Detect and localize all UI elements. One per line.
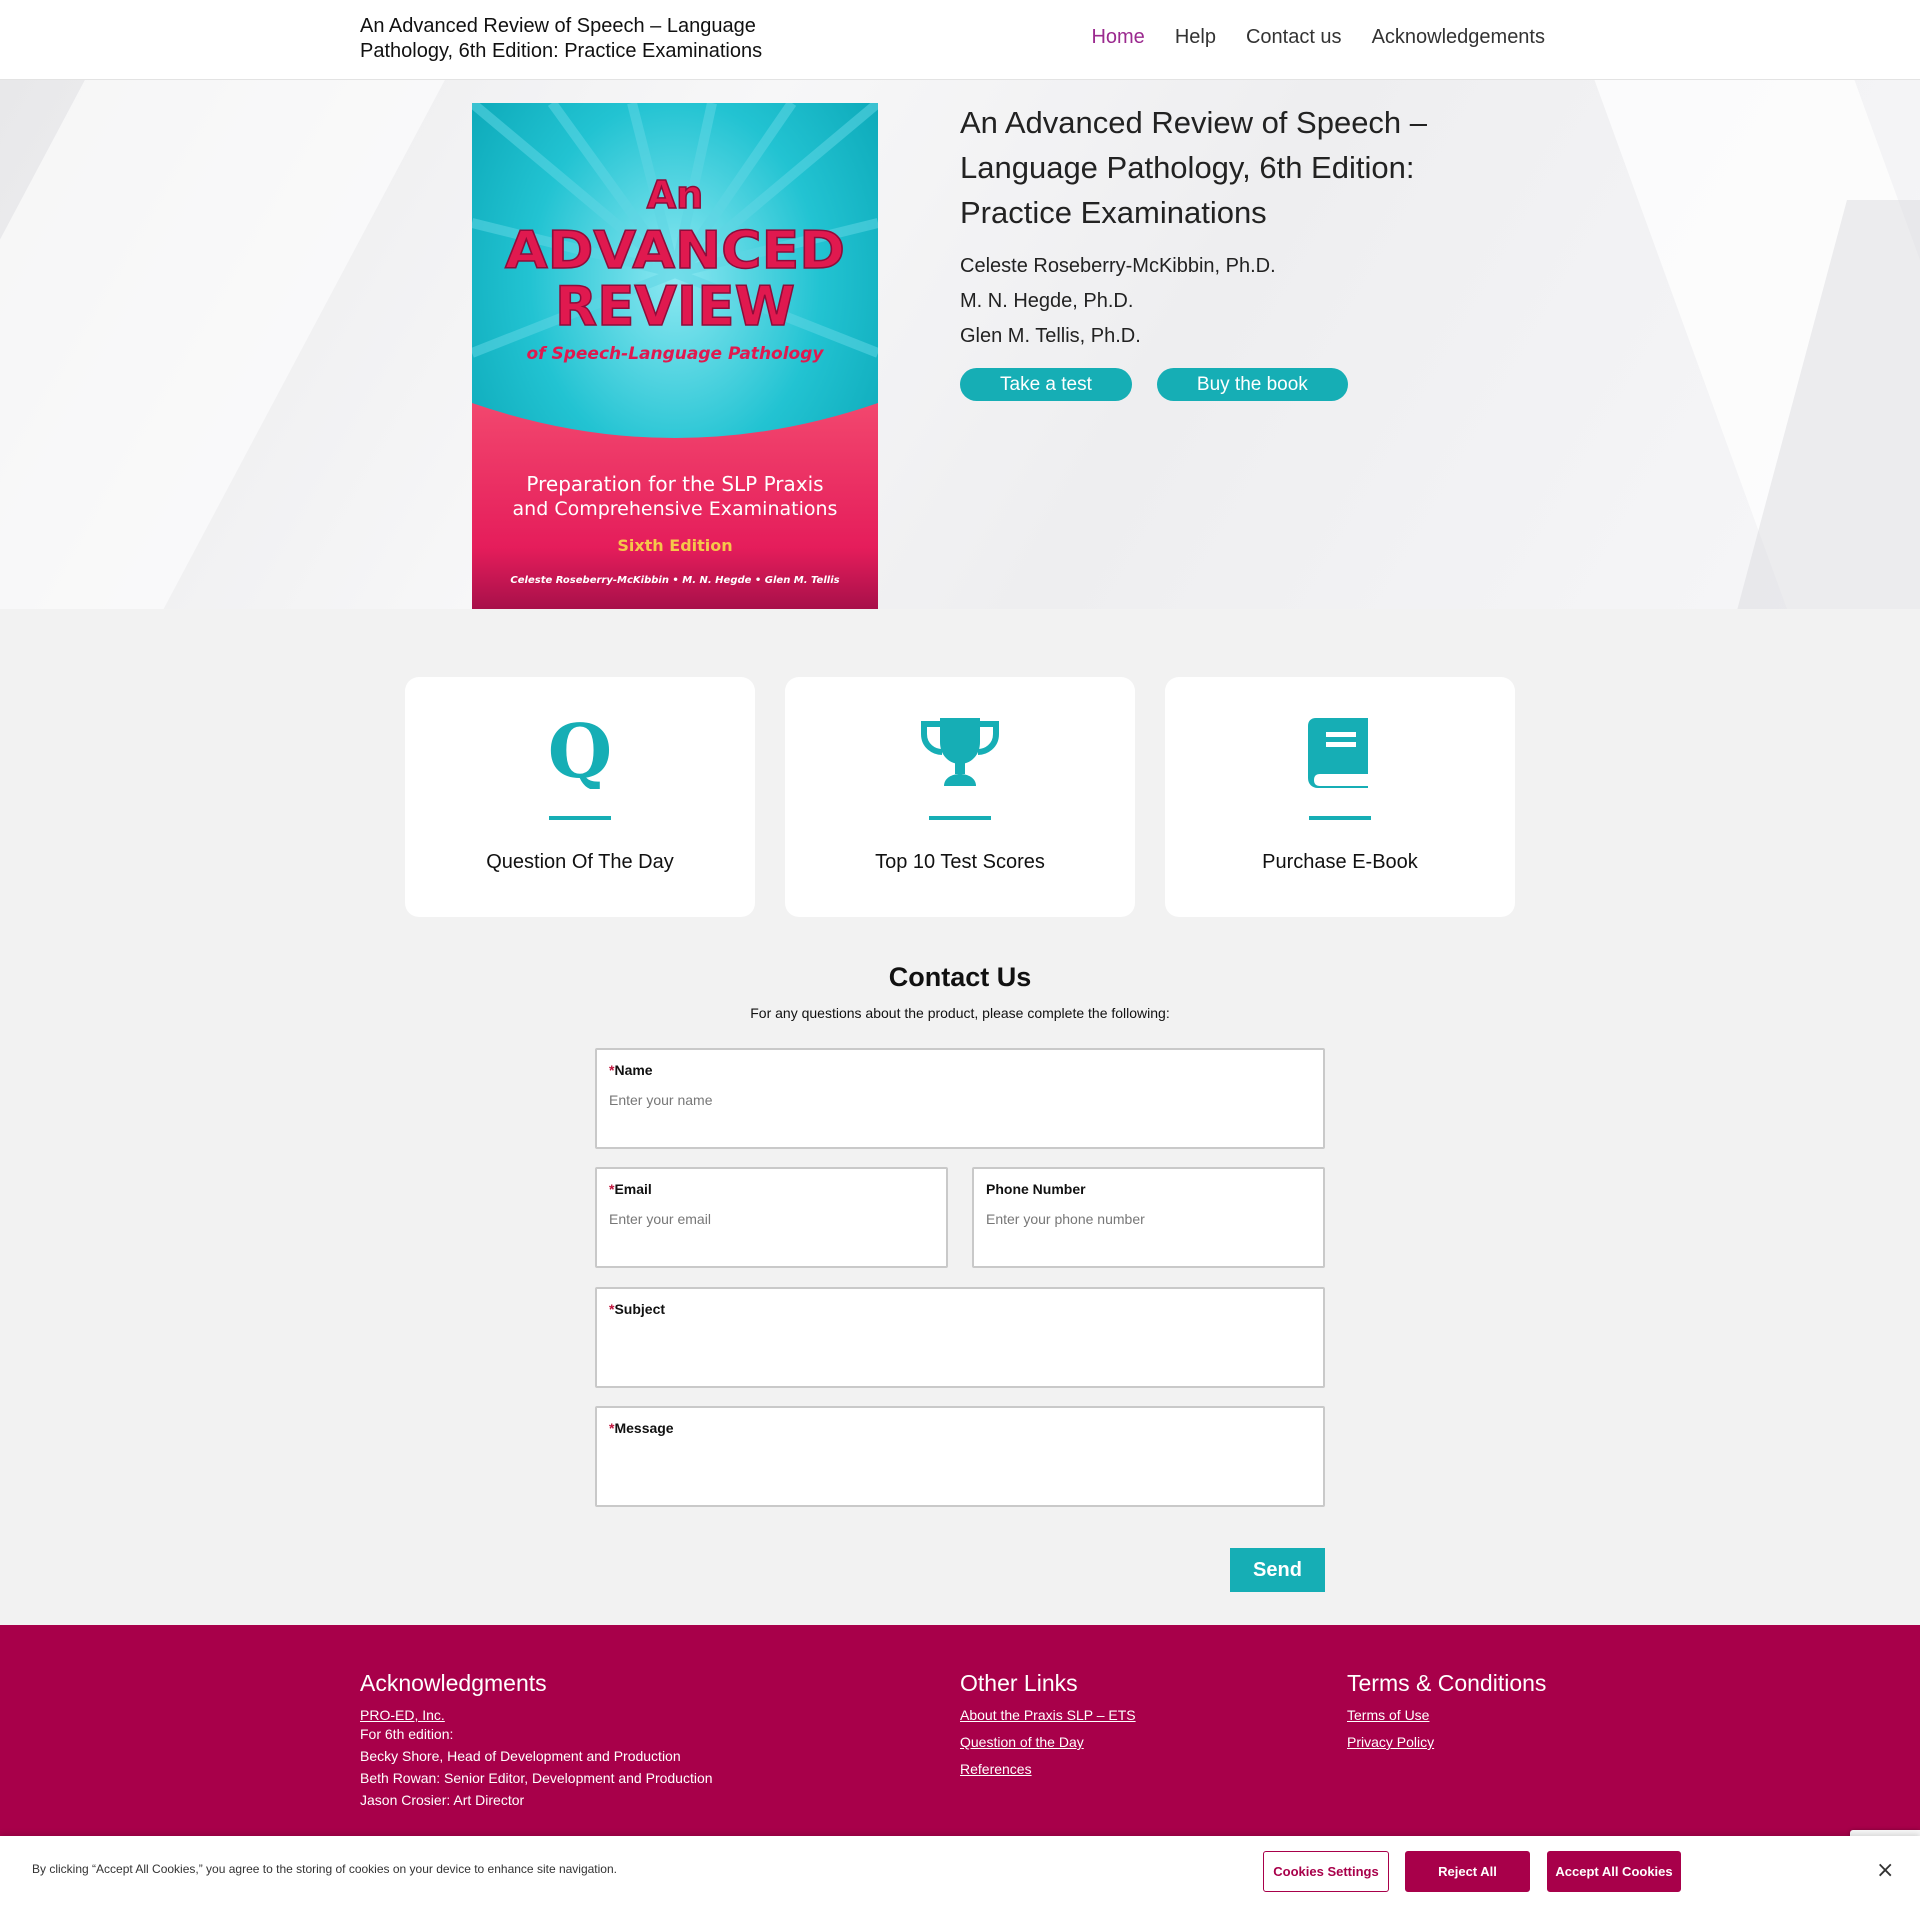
cover-title-line1: An xyxy=(647,173,703,217)
reject-all-button[interactable]: Reject All xyxy=(1405,1851,1530,1892)
nav-contact-us[interactable]: Contact us xyxy=(1246,26,1342,49)
buy-book-button[interactable]: Buy the book xyxy=(1156,368,1348,401)
pro-ed-link[interactable]: PRO-ED, Inc. xyxy=(360,1707,713,1723)
take-test-button[interactable]: Take a test xyxy=(960,368,1132,401)
email-field[interactable]: *Email xyxy=(595,1167,948,1268)
name-field[interactable]: *Name xyxy=(595,1048,1325,1149)
hero-info: An Advanced Review of Speech – Language … xyxy=(960,100,1460,401)
accept-all-cookies-button[interactable]: Accept All Cookies xyxy=(1547,1851,1681,1892)
book-cover-art: An ADVANCED REVIEW of Speech-Language Pa… xyxy=(472,103,878,609)
email-input[interactable] xyxy=(609,1211,934,1227)
footer-other-title: Other Links xyxy=(960,1670,1078,1696)
nav-home[interactable]: Home xyxy=(1091,26,1144,49)
hero-section: An ADVANCED REVIEW of Speech-Language Pa… xyxy=(0,80,1920,609)
contact-subtitle: For any questions about the product, ple… xyxy=(750,1005,1170,1021)
hero-buttons: Take a test Buy the book xyxy=(960,368,1460,401)
author-list: Celeste Roseberry-McKibbin, Ph.D. M. N. … xyxy=(960,249,1460,354)
message-field[interactable]: *Message xyxy=(595,1406,1325,1507)
author-name: Glen M. Tellis, Ph.D. xyxy=(960,325,1141,347)
cookie-text: By clicking “Accept All Cookies,” you ag… xyxy=(32,1862,617,1876)
footer-terms-title: Terms & Conditions xyxy=(1347,1670,1547,1696)
trophy-icon xyxy=(918,715,1002,789)
footer-other-links: Other Links About the Praxis SLP – ETS Q… xyxy=(960,1670,1136,1788)
footer-link-question-of-the-day[interactable]: Question of the Day xyxy=(960,1734,1136,1750)
footer-ack-line: For 6th edition: xyxy=(360,1726,454,1742)
subject-input[interactable] xyxy=(609,1331,1311,1347)
footer-ack-line: Jason Crosier: Art Director xyxy=(360,1792,525,1808)
card-divider xyxy=(549,816,611,820)
message-label: *Message xyxy=(609,1420,674,1436)
cover-title-line3: REVIEW xyxy=(555,275,795,338)
cover-prep-line1: Preparation for the SLP Praxis xyxy=(526,472,823,496)
subject-label: *Subject xyxy=(609,1301,666,1317)
footer-ack-line: Becky Shore, Head of Development and Pro… xyxy=(360,1748,681,1764)
footer-link-terms-of-use[interactable]: Terms of Use xyxy=(1347,1707,1546,1723)
subject-field[interactable]: *Subject xyxy=(595,1287,1325,1388)
close-icon[interactable]: × xyxy=(1876,1858,1894,1883)
message-input[interactable] xyxy=(609,1450,1311,1466)
book-title: An Advanced Review of Speech – Language … xyxy=(960,105,1428,230)
card-top-10-test-scores[interactable]: Top 10 Test Scores xyxy=(785,677,1135,917)
card-divider xyxy=(1309,816,1371,820)
cover-subtitle: of Speech-Language Pathology xyxy=(527,344,825,364)
phone-input[interactable] xyxy=(986,1211,1311,1227)
book-cover-image: An ADVANCED REVIEW of Speech-Language Pa… xyxy=(472,103,878,609)
footer-link-praxis[interactable]: About the Praxis SLP – ETS xyxy=(960,1707,1136,1723)
email-label: *Email xyxy=(609,1181,652,1197)
footer-acknowledgments: Acknowledgments PRO-ED, Inc. For 6th edi… xyxy=(360,1670,713,1811)
cover-title-line2: ADVANCED xyxy=(505,221,845,281)
card-label: Question Of The Day xyxy=(486,851,674,873)
cookies-settings-button[interactable]: Cookies Settings xyxy=(1263,1851,1389,1892)
author-name: Celeste Roseberry-McKibbin, Ph.D. xyxy=(960,255,1276,277)
footer-ack-title: Acknowledgments xyxy=(360,1670,547,1696)
footer-ack-line: Beth Rowan: Senior Editor, Development a… xyxy=(360,1770,713,1786)
hero-background-shape xyxy=(0,80,467,609)
card-purchase-e-book[interactable]: Purchase E-Book xyxy=(1165,677,1515,917)
main-nav: Home Help Contact us Acknowledgements xyxy=(1091,26,1545,49)
cover-prep-line2: and Comprehensive Examinations xyxy=(513,498,838,520)
svg-text:Q: Q xyxy=(548,715,612,789)
nav-help[interactable]: Help xyxy=(1175,26,1216,49)
card-label: Top 10 Test Scores xyxy=(875,851,1045,873)
footer-terms: Terms & Conditions Terms of Use Privacy … xyxy=(1347,1670,1546,1761)
author-name: M. N. Hegde, Ph.D. xyxy=(960,290,1134,312)
footer-link-references[interactable]: References xyxy=(960,1761,1136,1777)
phone-field[interactable]: Phone Number xyxy=(972,1167,1325,1268)
send-button[interactable]: Send xyxy=(1230,1548,1325,1592)
contact-heading: Contact Us xyxy=(888,962,1032,992)
card-divider xyxy=(929,816,991,820)
phone-label: Phone Number xyxy=(986,1181,1086,1197)
name-input[interactable] xyxy=(609,1092,1311,1108)
cookie-banner: By clicking “Accept All Cookies,” you ag… xyxy=(0,1836,1920,1907)
card-label: Purchase E-Book xyxy=(1262,851,1418,873)
site-header: An Advanced Review of Speech – Language … xyxy=(0,0,1920,80)
cover-authors: Celeste Roseberry-McKibbin • M. N. Hegde… xyxy=(510,575,839,586)
footer-link-privacy-policy[interactable]: Privacy Policy xyxy=(1347,1734,1546,1750)
nav-acknowledgements[interactable]: Acknowledgements xyxy=(1372,26,1545,49)
book-icon xyxy=(1298,715,1382,789)
name-label: *Name xyxy=(609,1062,653,1078)
cover-edition: Sixth Edition xyxy=(617,536,732,555)
site-title[interactable]: An Advanced Review of Speech – Language … xyxy=(360,14,800,64)
q-icon: Q xyxy=(538,715,622,789)
card-question-of-the-day[interactable]: Q Question Of The Day xyxy=(405,677,755,917)
